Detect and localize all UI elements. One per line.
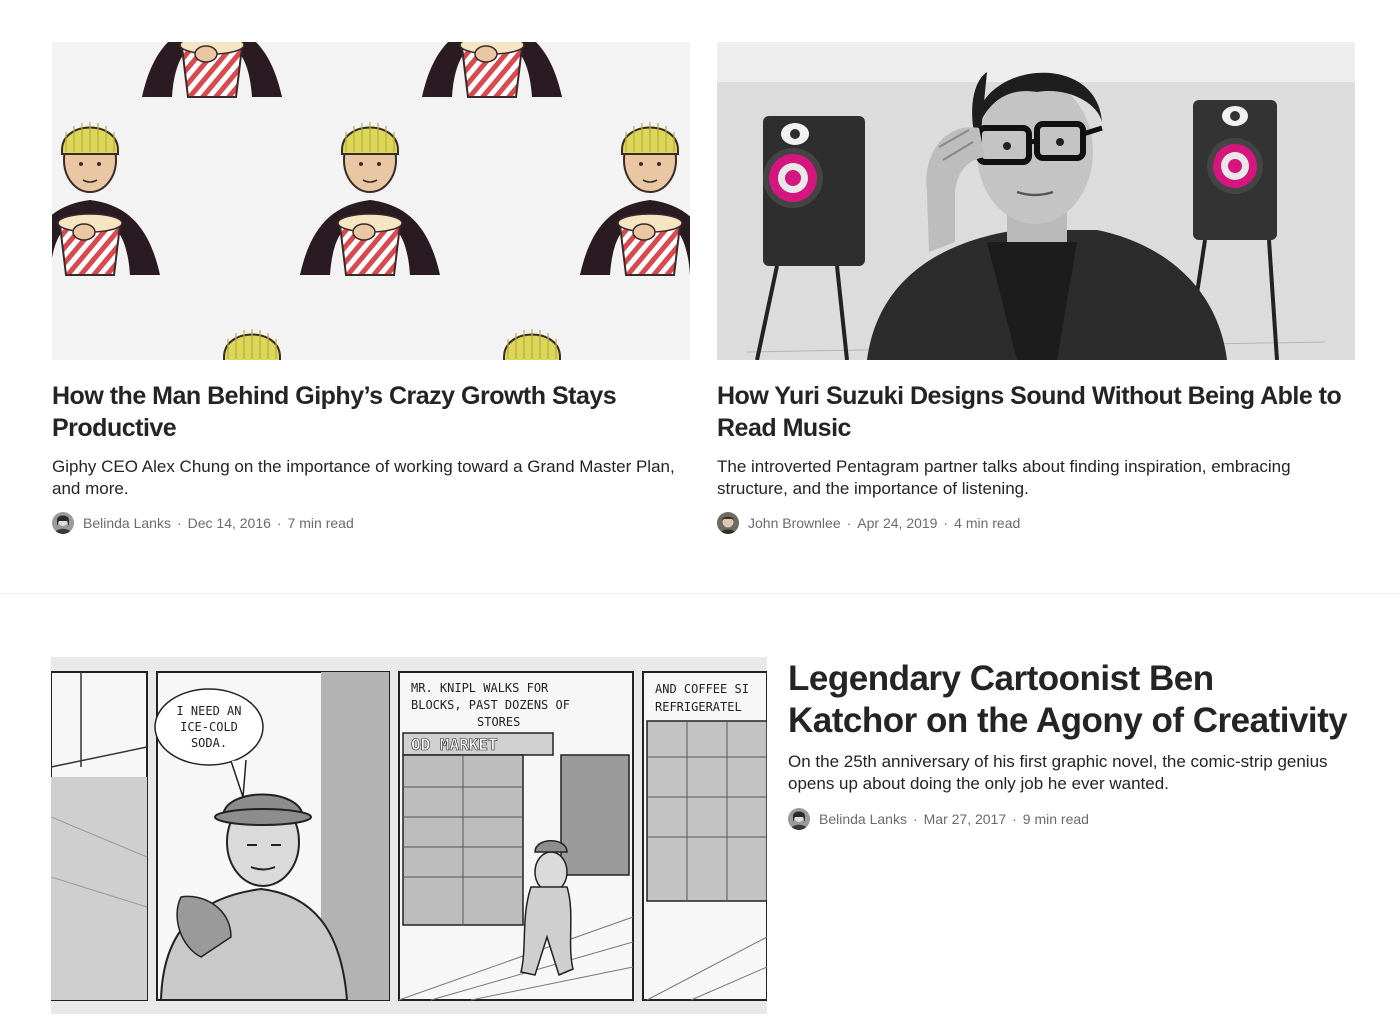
- speech-bubble-line: ICE-COLD: [180, 720, 238, 734]
- comic-caption-line: MR. KNIPL WALKS FOR: [411, 681, 549, 695]
- meta-separator: ·: [276, 515, 282, 531]
- article-thumbnail[interactable]: [717, 42, 1355, 360]
- speech-bubble-line: I NEED AN: [176, 704, 241, 718]
- article-meta: Belinda Lanks · Mar 27, 2017 · 9 min rea…: [788, 808, 1089, 830]
- article-title[interactable]: Legendary Cartoonist Ben Katchor on the …: [788, 658, 1348, 742]
- meta-separator: ·: [1012, 811, 1017, 827]
- article-subtitle: Giphy CEO Alex Chung on the importance o…: [52, 457, 675, 498]
- market-sign: OD MARKET: [411, 735, 498, 754]
- article-thumbnail[interactable]: [52, 42, 690, 360]
- meta-separator: ·: [846, 515, 852, 531]
- article-subtitle: The introverted Pentagram partner talks …: [717, 457, 1291, 498]
- meta-separator: ·: [943, 515, 949, 531]
- section-divider: [0, 593, 1400, 594]
- article-title[interactable]: How Yuri Suzuki Designs Sound Without Be…: [717, 380, 1347, 444]
- article-meta: John Brownlee · Apr 24, 2019 · 4 min rea…: [717, 512, 1020, 534]
- article-meta: Belinda Lanks · Dec 14, 2016 · 7 min rea…: [52, 512, 354, 534]
- comic-caption-line: BLOCKS, PAST DOZENS OF: [411, 698, 570, 712]
- article-title[interactable]: How the Man Behind Giphy’s Crazy Growth …: [52, 380, 652, 444]
- meta-separator: ·: [912, 811, 918, 827]
- article-date: Apr 24, 2019: [857, 515, 938, 531]
- speech-bubble-line: SODA.: [191, 736, 227, 750]
- author-avatar[interactable]: [52, 512, 74, 534]
- meta-separator: ·: [176, 515, 182, 531]
- comic-caption-line: AND COFFEE SI: [655, 682, 749, 696]
- article-date: Mar 27, 2017: [923, 811, 1007, 827]
- article-subtitle: On the 25th anniversary of his first gra…: [788, 752, 1328, 793]
- article-thumbnail[interactable]: I NEED AN ICE-COLD SODA. MR. KNIPL WALKS…: [51, 657, 767, 1014]
- article-date: Dec 14, 2016: [187, 515, 271, 531]
- author-avatar[interactable]: [788, 808, 810, 830]
- author-name[interactable]: Belinda Lanks: [819, 811, 907, 827]
- read-time: 7 min read: [287, 515, 354, 531]
- author-avatar[interactable]: [717, 512, 739, 534]
- author-name[interactable]: John Brownlee: [748, 515, 841, 531]
- comic-caption-line: REFRIGERATEL: [655, 700, 742, 714]
- author-name[interactable]: Belinda Lanks: [83, 515, 171, 531]
- read-time: 4 min read: [954, 515, 1021, 531]
- read-time: 9 min read: [1022, 811, 1089, 827]
- comic-caption-line: STORES: [477, 715, 520, 729]
